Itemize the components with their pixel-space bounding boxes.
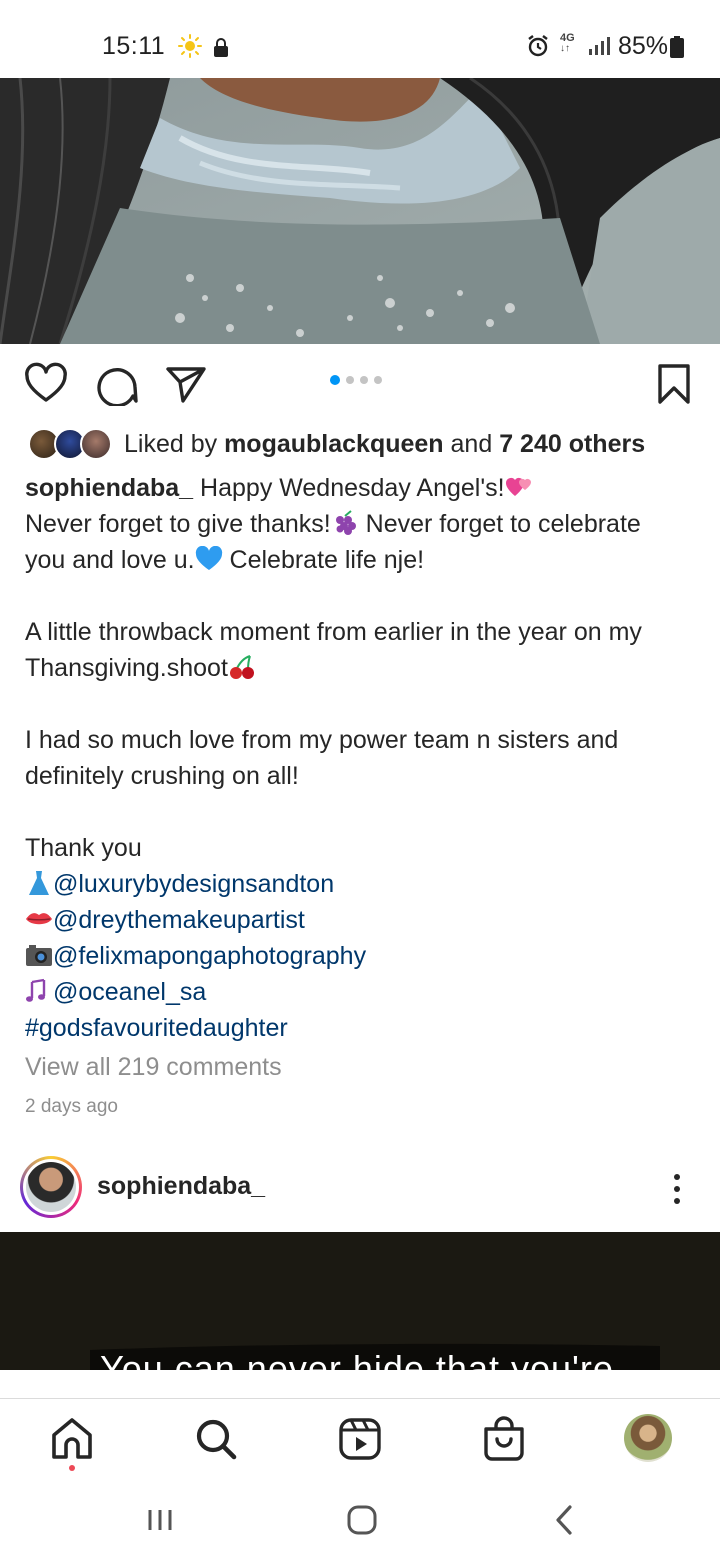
caption-text: A little throwback moment from earlier i… — [25, 618, 642, 646]
heart-icon[interactable] — [24, 362, 68, 406]
shop-icon[interactable] — [478, 1413, 530, 1465]
avatar[interactable] — [20, 1156, 82, 1218]
carousel-dot-active — [330, 375, 340, 385]
mention-link[interactable]: @oceanel_sa — [53, 978, 206, 1006]
hashtag-link[interactable]: #godsfavouritedaughter — [25, 1014, 288, 1042]
post-photo[interactable] — [0, 78, 720, 344]
more-vertical-icon[interactable] — [664, 1172, 690, 1206]
sun-icon — [178, 34, 202, 58]
post-caption: sophiendaba_ Happy Wednesday Angel's! Ne… — [25, 470, 705, 1046]
camera-icon — [26, 945, 52, 966]
liker-avatar — [80, 428, 112, 460]
liker-username[interactable]: mogaublackqueen — [224, 430, 444, 459]
signal-icon — [589, 37, 610, 55]
recents-icon[interactable] — [138, 1498, 182, 1542]
blue-heart-icon — [195, 546, 222, 570]
caption-line: A little throwback moment from earlier i… — [25, 614, 705, 650]
send-icon[interactable] — [164, 362, 208, 406]
two-hearts-icon — [505, 478, 531, 496]
caption-line: @luxurybydesignsandton — [25, 866, 705, 902]
system-navigation — [0, 1480, 720, 1560]
carousel-dot — [346, 376, 354, 384]
music-notes-icon — [26, 978, 46, 1002]
caption-text: Celebrate life nje! — [222, 546, 425, 574]
network-type: 4G ↓↑ — [560, 33, 575, 54]
mention-link[interactable]: @felixmapongaphotography — [53, 942, 366, 970]
home-icon[interactable] — [46, 1413, 98, 1465]
caption-text: Never forget to celebrate — [358, 510, 641, 538]
view-all-comments[interactable]: View all 219 comments — [25, 1053, 282, 1082]
alarm-icon — [528, 35, 548, 57]
carousel-dot — [374, 376, 382, 384]
battery-icon — [670, 36, 684, 58]
carousel-indicator — [330, 375, 382, 385]
carousel-dot — [360, 376, 368, 384]
status-bar: 15:11 4G ↓↑ 85% — [0, 0, 720, 78]
caption-line: sophiendaba_ Happy Wednesday Angel's! — [25, 470, 705, 506]
lips-icon — [26, 913, 52, 925]
dress-icon — [29, 871, 49, 895]
mention-link[interactable]: @luxurybydesignsandton — [53, 870, 334, 898]
post-timestamp: 2 days ago — [25, 1096, 118, 1117]
home-notification-dot — [69, 1465, 75, 1471]
caption-line: definitely crushing on all! — [25, 758, 705, 794]
caption-line: Thansgiving.shoot — [25, 650, 705, 686]
status-time: 15:11 — [102, 32, 166, 60]
likes-prefix: Liked by — [124, 429, 218, 458]
bookmark-icon[interactable] — [652, 362, 696, 406]
caption-line: Never forget to give thanks! Never forge… — [25, 506, 705, 542]
reels-icon[interactable] — [334, 1413, 386, 1465]
grapes-icon — [335, 510, 356, 535]
caption-text: I had so much love from my power team n … — [25, 726, 619, 754]
battery-percent: 85% — [618, 32, 669, 60]
caption-line: I had so much love from my power team n … — [25, 722, 705, 758]
post-photo-image — [0, 78, 720, 344]
next-post-username[interactable]: sophiendaba_ — [97, 1172, 265, 1201]
caption-text: Happy Wednesday Angel's! — [200, 474, 505, 502]
caption-text: Never forget to give thanks! — [25, 510, 331, 538]
likes-others[interactable]: 7 240 others — [499, 430, 645, 459]
caption-line: Thank you — [25, 830, 705, 866]
caption-username[interactable]: sophiendaba_ — [25, 474, 193, 502]
data-arrows-icon: ↓↑ — [560, 43, 570, 54]
search-icon[interactable] — [190, 1413, 242, 1465]
caption-line: #godsfavouritedaughter — [25, 1010, 705, 1046]
comment-icon[interactable] — [95, 362, 139, 406]
bottom-navigation — [0, 1398, 720, 1480]
next-post-photo-text: You can never hide that you're — [100, 1348, 614, 1370]
home-circle-icon[interactable] — [340, 1498, 384, 1542]
caption-line: @dreythemakeupartist — [25, 902, 705, 938]
caption-line: you and love u. Celebrate life nje! — [25, 542, 705, 578]
caption-text: definitely crushing on all! — [25, 762, 299, 790]
caption-text: Thank you — [25, 834, 142, 862]
next-post-header: sophiendaba_ — [0, 1148, 720, 1232]
profile-avatar[interactable] — [624, 1414, 672, 1462]
caption-line: @felixmapongaphotography — [25, 938, 705, 974]
lock-icon — [214, 38, 228, 57]
next-post-photo[interactable]: You can never hide that you're — [0, 1232, 720, 1370]
liker-avatars — [24, 426, 112, 462]
mention-link[interactable]: @dreythemakeupartist — [53, 906, 305, 934]
caption-text: Thansgiving.shoot — [25, 654, 228, 682]
caption-text: you and love u. — [25, 546, 195, 574]
likes-summary[interactable]: Liked by mogaublackqueen and 7 240 other… — [24, 424, 645, 464]
cherries-icon — [229, 655, 254, 679]
back-icon[interactable] — [542, 1498, 586, 1542]
caption-line: @oceanel_sa — [25, 974, 705, 1010]
likes-joiner: and — [450, 429, 493, 458]
